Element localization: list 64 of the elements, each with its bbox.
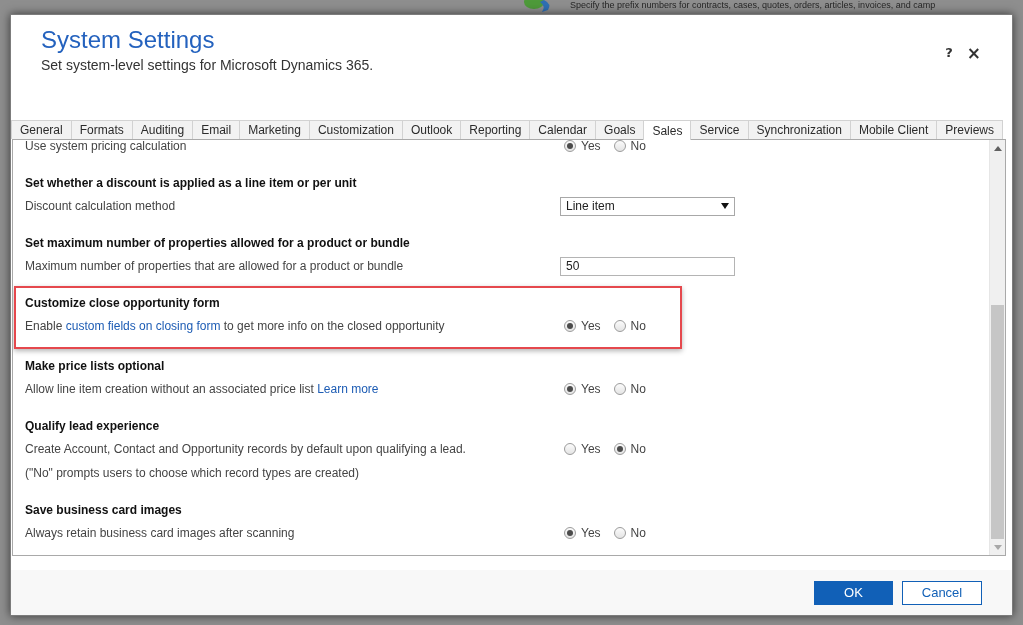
radio-button[interactable] [564,140,576,152]
ok-button[interactable]: OK [814,580,893,605]
section-heading: Make price lists optional [25,358,166,375]
input-field[interactable]: 50 [560,256,735,276]
radio-button[interactable] [613,320,626,332]
setting-label: Enable custom fields on closing form to get more info on the closed opportunity [25,319,446,333]
radio-button[interactable] [564,320,576,332]
dialog-title: System Settings [41,25,216,55]
tab[interactable]: Goals [595,120,645,139]
radio-label[interactable]: Yes [581,319,601,333]
section-heading: Set whether a discount is applied as a line item or per unit [25,175,358,192]
tab[interactable]: Customization [308,120,403,139]
setting-label: Always retain business card images after scanning [25,526,296,540]
tab[interactable]: Calendar [529,120,597,139]
radio-button[interactable] [613,443,626,455]
radio-button[interactable] [613,140,626,152]
tab[interactable]: Marketing [239,120,310,139]
tab[interactable]: Auditing [131,120,194,139]
tab[interactable]: Outlook [401,120,462,139]
tab[interactable]: Formats [70,120,133,139]
cancel-button[interactable]: Cancel [902,580,982,605]
radio-button[interactable] [564,443,576,455]
radio-label[interactable]: Yes [581,526,601,540]
section-heading: Set maximum number of properties allowed for a product or bundle [25,235,411,252]
help-button[interactable]: ? [942,44,956,62]
radio-label[interactable]: No [630,382,646,396]
tab[interactable]: Synchronization [747,120,851,139]
tab[interactable]: Mobile Client [849,120,938,139]
radio-button[interactable] [564,383,576,395]
dropdown-field[interactable]: Line item [560,196,735,216]
section-heading: Qualify lead experience [25,418,161,435]
radio-label[interactable]: No [630,319,646,333]
radio-label[interactable]: No [630,140,646,153]
link[interactable]: Learn more [317,382,379,396]
note-text: ("No" prompts users to choose which record types are created) [25,466,360,480]
radio-label[interactable]: No [630,442,646,456]
tab[interactable]: General [11,120,72,139]
tab[interactable]: Email [192,120,241,139]
dialog-subtitle: Set system-level settings for Microsoft Dynamics 365. [41,56,375,74]
radio-label[interactable]: Yes [581,140,601,153]
caret-up-icon [993,145,1002,151]
caret-down-icon [721,203,729,209]
setting-label: Use system pricing calculation [25,140,188,153]
link[interactable]: custom fields on closing form [65,319,221,333]
setting-label: Discount calculation method [25,199,177,213]
setting-label: Maximum number of properties that are allowed for a product or bundle [25,259,405,273]
tab[interactable]: Service [690,120,749,139]
background-text: Specify the prefix numbers for contracts, cases, quotes, orders, articles, invoices, and camp [570,0,936,11]
radio-button[interactable] [613,527,626,539]
radio-button[interactable] [564,527,576,539]
tab[interactable]: Sales [643,120,692,140]
radio-label[interactable]: Yes [581,442,601,456]
section-heading: Customize close opportunity form [25,295,221,312]
caret-down-icon [993,544,1002,550]
radio-label[interactable]: No [630,526,646,540]
radio-label[interactable]: Yes [581,382,601,396]
setting-label: Create Account, Contact and Opportunity records by default upon qualifying a lead. [25,442,467,456]
scrollbar-thumb[interactable] [991,305,1004,539]
close-button[interactable]: × [963,44,984,62]
tab[interactable]: Reporting [460,120,531,139]
setting-label: Allow line item creation without an associated price list Learn more [25,382,380,396]
radio-button[interactable] [613,383,626,395]
tab[interactable]: Previews [936,120,1003,139]
section-heading: Save business card images [25,502,183,519]
